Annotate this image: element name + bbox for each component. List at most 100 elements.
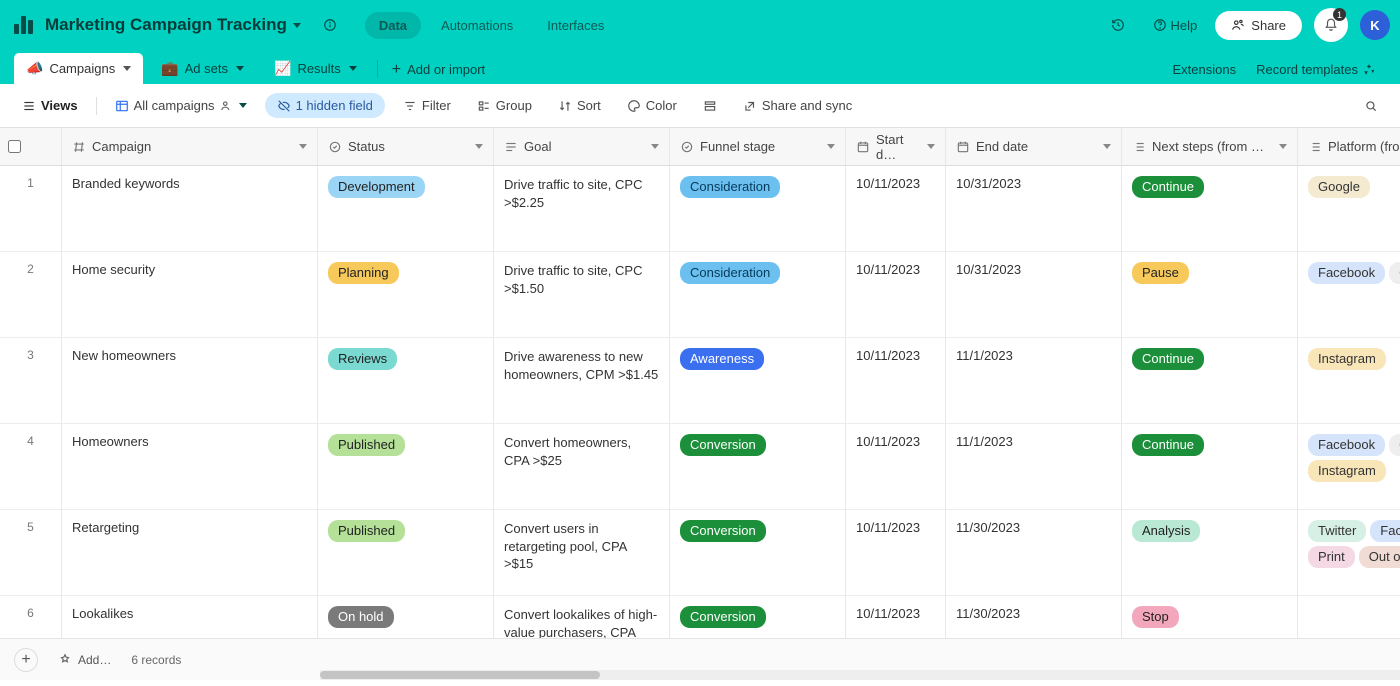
cell-campaign[interactable]: Home security	[62, 252, 318, 337]
cell-start-date[interactable]: 10/11/2023	[846, 166, 946, 251]
history-icon[interactable]	[1101, 8, 1135, 42]
cell-campaign[interactable]: Retargeting	[62, 510, 318, 595]
row-number: 1	[0, 166, 62, 251]
cell-start-date[interactable]: 10/11/2023	[846, 252, 946, 337]
table-tab[interactable]: 📈Results	[262, 53, 369, 84]
cell-end-date[interactable]: 11/1/2023	[946, 424, 1122, 509]
group-button[interactable]: Group	[469, 93, 540, 118]
tag-pill: Consideration	[680, 176, 780, 198]
tag-pill: Conversion	[680, 606, 766, 628]
cell-end-date[interactable]: 11/30/2023	[946, 510, 1122, 595]
column-header-platform[interactable]: Platform (fro…	[1298, 128, 1400, 165]
view-picker[interactable]: All campaigns	[107, 93, 255, 118]
add-or-import-tab[interactable]: + Add or import	[380, 55, 497, 84]
cell-status[interactable]: Planning	[318, 252, 494, 337]
cell-goal[interactable]: Drive traffic to site, CPC >$2.25	[494, 166, 670, 251]
tab-emoji-icon: 💼	[161, 60, 178, 77]
share-and-sync-button[interactable]: Share and sync	[735, 93, 860, 118]
tag-pill: Development	[328, 176, 425, 198]
cell-funnel[interactable]: Conversion	[670, 424, 846, 509]
cell-start-date[interactable]: 10/11/2023	[846, 338, 946, 423]
cell-goal[interactable]: Convert users in retargeting pool, CPA >…	[494, 510, 670, 595]
cell-status[interactable]: Published	[318, 510, 494, 595]
column-header-next-steps[interactable]: Next steps (from …	[1122, 128, 1298, 165]
extensions-link[interactable]: Extensions	[1163, 55, 1247, 84]
cell-end-date[interactable]: 10/31/2023	[946, 252, 1122, 337]
cell-platform[interactable]: Google	[1298, 166, 1400, 251]
cell-funnel[interactable]: Awareness	[670, 338, 846, 423]
cell-status[interactable]: Development	[318, 166, 494, 251]
cell-funnel[interactable]: Consideration	[670, 252, 846, 337]
sparkle-icon	[1362, 63, 1376, 77]
column-header-end-date[interactable]: End date	[946, 128, 1122, 165]
nav-data[interactable]: Data	[365, 12, 421, 39]
cell-campaign[interactable]: Branded keywords	[62, 166, 318, 251]
cell-campaign[interactable]: Homeowners	[62, 424, 318, 509]
record-templates-link[interactable]: Record templates	[1246, 55, 1386, 84]
cell-next-steps[interactable]: Pause	[1122, 252, 1298, 337]
avatar[interactable]: K	[1360, 10, 1390, 40]
cell-end-date[interactable]: 10/31/2023	[946, 166, 1122, 251]
search-button[interactable]	[1356, 94, 1386, 118]
tag-pill: Reviews	[328, 348, 397, 370]
column-header-campaign[interactable]: Campaign	[62, 128, 318, 165]
view-bar: Views All campaigns 1 hidden field Filte…	[0, 84, 1400, 128]
cell-status[interactable]: Published	[318, 424, 494, 509]
table-tabs-bar: 📣Campaigns💼Ad sets📈Results + Add or impo…	[0, 50, 1400, 84]
top-nav: Data Automations Interfaces	[365, 12, 619, 39]
tag-pill: Published	[328, 434, 405, 456]
cell-funnel[interactable]: Consideration	[670, 166, 846, 251]
nav-interfaces[interactable]: Interfaces	[533, 12, 618, 39]
table-row[interactable]: 3 New homeowners Reviews Drive awareness…	[0, 338, 1400, 424]
help-link[interactable]: Help	[1147, 18, 1204, 33]
table-tab[interactable]: 💼Ad sets	[149, 53, 256, 84]
cell-campaign[interactable]: New homeowners	[62, 338, 318, 423]
select-all-checkbox[interactable]	[0, 128, 62, 165]
row-height-button[interactable]	[695, 94, 725, 118]
notifications-button[interactable]: 1	[1314, 8, 1348, 42]
chevron-down-icon	[236, 66, 244, 71]
cell-end-date[interactable]: 11/1/2023	[946, 338, 1122, 423]
cell-next-steps[interactable]: Analysis	[1122, 510, 1298, 595]
sort-button[interactable]: Sort	[550, 93, 609, 118]
notification-badge: 1	[1333, 8, 1346, 21]
column-header-goal[interactable]: Goal	[494, 128, 670, 165]
cell-funnel[interactable]: Conversion	[670, 510, 846, 595]
cell-goal[interactable]: Drive traffic to site, CPC >$1.50	[494, 252, 670, 337]
column-header-funnel[interactable]: Funnel stage	[670, 128, 846, 165]
cell-next-steps[interactable]: Continue	[1122, 338, 1298, 423]
tag-pill: Continue	[1132, 434, 1204, 456]
table-row[interactable]: 4 Homeowners Published Convert homeowner…	[0, 424, 1400, 510]
table-row[interactable]: 5 Retargeting Published Convert users in…	[0, 510, 1400, 596]
cell-status[interactable]: Reviews	[318, 338, 494, 423]
cell-goal[interactable]: Drive awareness to new homeowners, CPM >…	[494, 338, 670, 423]
nav-automations[interactable]: Automations	[427, 12, 527, 39]
info-icon[interactable]	[313, 8, 347, 42]
views-menu[interactable]: Views	[14, 93, 86, 118]
cell-platform[interactable]: TwitterFacelPrintOut of h	[1298, 510, 1400, 595]
add-record-button[interactable]: +	[14, 648, 38, 672]
base-title-dropdown[interactable]: Marketing Campaign Tracking	[45, 15, 301, 35]
cell-start-date[interactable]: 10/11/2023	[846, 510, 946, 595]
cell-platform[interactable]: Instagram	[1298, 338, 1400, 423]
tag-pill: On hold	[328, 606, 394, 628]
column-header-start-date[interactable]: Start d…	[846, 128, 946, 165]
cell-start-date[interactable]: 10/11/2023	[846, 424, 946, 509]
table-row[interactable]: 2 Home security Planning Drive traffic t…	[0, 252, 1400, 338]
color-button[interactable]: Color	[619, 93, 685, 118]
horizontal-scrollbar[interactable]	[320, 670, 1400, 680]
table-tab[interactable]: 📣Campaigns	[14, 53, 143, 84]
cell-platform[interactable]: FacebookGoInstagram	[1298, 424, 1400, 509]
add-menu-button[interactable]: Add…	[58, 653, 111, 667]
tag-pill: Facebook	[1308, 434, 1385, 456]
tag-pill: Awareness	[680, 348, 764, 370]
share-button[interactable]: Share	[1215, 11, 1302, 40]
table-row[interactable]: 1 Branded keywords Development Drive tra…	[0, 166, 1400, 252]
cell-goal[interactable]: Convert homeowners, CPA >$25	[494, 424, 670, 509]
column-header-status[interactable]: Status	[318, 128, 494, 165]
cell-next-steps[interactable]: Continue	[1122, 166, 1298, 251]
cell-next-steps[interactable]: Continue	[1122, 424, 1298, 509]
cell-platform[interactable]: FacebookGo	[1298, 252, 1400, 337]
hidden-fields-button[interactable]: 1 hidden field	[265, 93, 385, 118]
filter-button[interactable]: Filter	[395, 93, 459, 118]
